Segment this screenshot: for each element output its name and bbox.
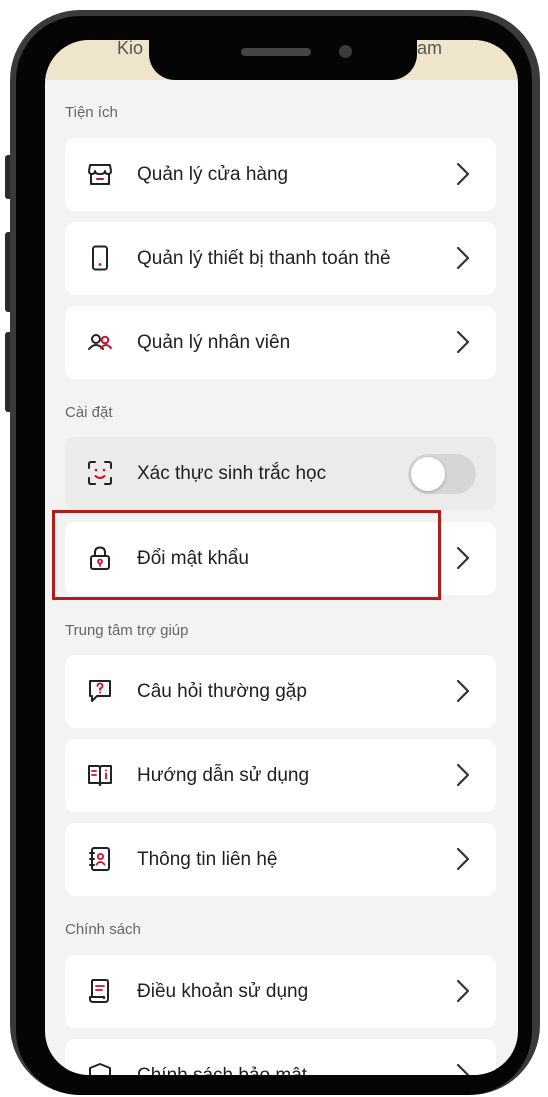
face-id-icon [88,461,112,485]
chevron-right-icon [456,763,470,787]
menu-item-privacy-policy[interactable]: Chính sách bảo mật [65,1039,496,1075]
menu-item-user-guide[interactable]: Hướng dẫn sử dụng [65,739,496,812]
chevron-right-icon [456,979,470,1003]
chevron-right-icon [456,162,470,186]
menu-item-contact-info[interactable]: Thông tin liên hệ [65,823,496,896]
menu-item-card-terminal-management[interactable]: Quản lý thiết bị thanh toán thẻ [65,222,496,295]
guide-icon [88,765,112,786]
section-label-policy: Chính sách [65,921,141,938]
menu-item-label: Quản lý nhân viên [137,331,291,353]
staff-icon [88,334,112,350]
menu-item-store-management[interactable]: Quản lý cửa hàng [65,138,496,211]
menu-item-label: Quản lý cửa hàng [137,163,289,185]
shield-icon [89,1063,111,1075]
menu-item-label: Điều khoản sử dụng [137,980,309,1002]
phone-notch [149,40,417,80]
section-label-help-center: Trung tâm trợ giúp [65,622,189,639]
toggle-knob [411,457,445,491]
contact-icon [89,847,110,871]
chevron-right-icon [456,330,470,354]
section-label-utilities: Tiện ích [65,104,118,121]
chevron-right-icon [456,679,470,703]
card-terminal-icon [92,245,108,271]
menu-item-faq[interactable]: Câu hỏi thường gặp [65,655,496,728]
menu-item-staff-management[interactable]: Quản lý nhân viên [65,306,496,379]
chevron-right-icon [456,546,470,570]
menu-item-label: Chính sách bảo mật [137,1064,308,1076]
menu-item-biometric-auth: Xác thực sinh trắc học [65,437,496,510]
menu-item-label: Quản lý thiết bị thanh toán thẻ [137,247,391,269]
menu-item-terms-of-use[interactable]: Điều khoản sử dụng [65,955,496,1028]
menu-item-label: Xác thực sinh trắc học [137,462,327,484]
highlight-box [52,510,441,600]
chevron-right-icon [456,246,470,270]
section-label-settings: Cài đặt [65,404,113,421]
chevron-right-icon [456,1063,470,1075]
chevron-right-icon [456,847,470,871]
biometric-toggle[interactable] [408,454,476,494]
top-banner-text-right: am [416,40,442,58]
terms-icon [89,979,109,1003]
top-banner-text-left: Kio [117,40,144,58]
menu-item-label: Thông tin liên hệ [137,848,278,870]
menu-item-label: Câu hỏi thường gặp [137,680,307,702]
front-camera [339,45,352,58]
speaker-grille [241,48,311,56]
faq-icon [89,680,111,702]
menu-item-label: Hướng dẫn sử dụng [137,764,310,786]
store-icon [88,164,112,185]
